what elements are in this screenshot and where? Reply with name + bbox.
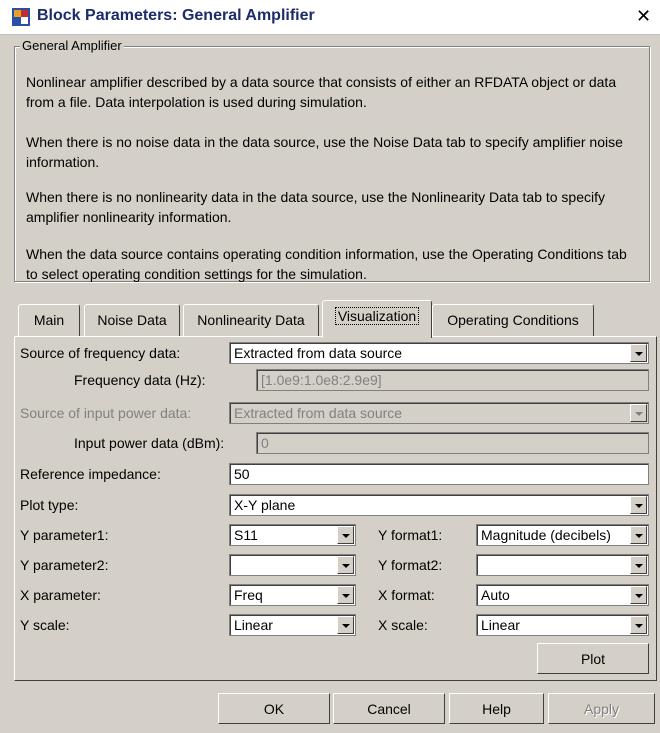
plot-type-select[interactable]: X-Y plane	[229, 494, 649, 516]
x-parameter-select[interactable]: Freq	[229, 584, 356, 606]
chevron-down-icon[interactable]	[630, 586, 647, 604]
y-parameter2-select[interactable]	[229, 554, 356, 576]
tab-operating-conditions[interactable]: Operating Conditions	[432, 304, 594, 336]
chevron-down-icon[interactable]	[630, 616, 647, 634]
chevron-down-icon[interactable]	[337, 616, 354, 634]
description-paragraph-4: When the data source contains operating …	[26, 246, 627, 282]
source-frequency-select[interactable]: Extracted from data source	[229, 342, 649, 364]
x-parameter-label: X parameter:	[20, 587, 101, 603]
description-paragraph-1: Nonlinear amplifier described by a data …	[26, 74, 617, 110]
chevron-down-icon[interactable]	[630, 344, 647, 362]
source-frequency-label: Source of frequency data:	[20, 345, 181, 361]
chevron-down-icon[interactable]	[337, 526, 354, 544]
chevron-down-icon[interactable]	[630, 526, 647, 544]
title-bar: Block Parameters: General Amplifier ✕	[0, 0, 660, 35]
y-format1-select[interactable]: Magnitude (decibels)	[476, 524, 649, 546]
help-button[interactable]: Help	[449, 693, 544, 724]
y-scale-label: Y scale:	[20, 617, 70, 633]
window-title: Block Parameters: General Amplifier	[37, 7, 315, 24]
tab-noise-data[interactable]: Noise Data	[84, 304, 180, 336]
reference-impedance-label: Reference impedance:	[20, 466, 161, 482]
y-format2-label: Y format2:	[378, 557, 443, 573]
source-input-power-select: Extracted from data source	[229, 402, 649, 424]
plot-button[interactable]: Plot	[537, 643, 649, 674]
plot-type-label: Plot type:	[20, 497, 79, 513]
x-scale-select[interactable]: Linear	[476, 614, 649, 636]
y-format2-select[interactable]	[476, 554, 649, 576]
chevron-down-icon[interactable]	[337, 586, 354, 604]
tab-visualization[interactable]: Visualization	[322, 300, 432, 338]
tab-nonlinearity-data[interactable]: Nonlinearity Data	[183, 304, 319, 336]
cancel-button[interactable]: Cancel	[333, 693, 445, 724]
group-legend: General Amplifier	[20, 38, 124, 53]
chevron-down-icon	[630, 404, 647, 422]
simulink-block-icon	[12, 8, 30, 26]
reference-impedance-field[interactable]: 50	[229, 463, 649, 485]
tab-main[interactable]: Main	[18, 304, 80, 336]
close-icon[interactable]: ✕	[636, 6, 651, 27]
x-format-label: X format:	[378, 587, 435, 603]
description-paragraph-3: When there is no nonlinearity data in th…	[26, 189, 606, 225]
y-scale-select[interactable]: Linear	[229, 614, 356, 636]
apply-button: Apply	[548, 693, 655, 724]
x-scale-label: X scale:	[378, 617, 428, 633]
y-parameter1-select[interactable]: S11	[229, 524, 356, 546]
chevron-down-icon[interactable]	[337, 556, 354, 574]
y-format1-label: Y format1:	[378, 527, 443, 543]
frequency-data-label: Frequency data (Hz):	[74, 372, 206, 388]
input-power-data-label: Input power data (dBm):	[74, 435, 225, 451]
chevron-down-icon[interactable]	[630, 496, 647, 514]
description-paragraph-2: When there is no noise data in the data …	[26, 134, 623, 170]
frequency-data-field: [1.0e9:1.0e8:2.9e9]	[256, 369, 649, 391]
y-parameter1-label: Y parameter1:	[20, 527, 109, 543]
ok-button[interactable]: OK	[218, 693, 330, 724]
chevron-down-icon[interactable]	[630, 556, 647, 574]
y-parameter2-label: Y parameter2:	[20, 557, 109, 573]
x-format-select[interactable]: Auto	[476, 584, 649, 606]
source-input-power-label: Source of input power data:	[20, 405, 192, 421]
input-power-data-field: 0	[256, 432, 649, 454]
